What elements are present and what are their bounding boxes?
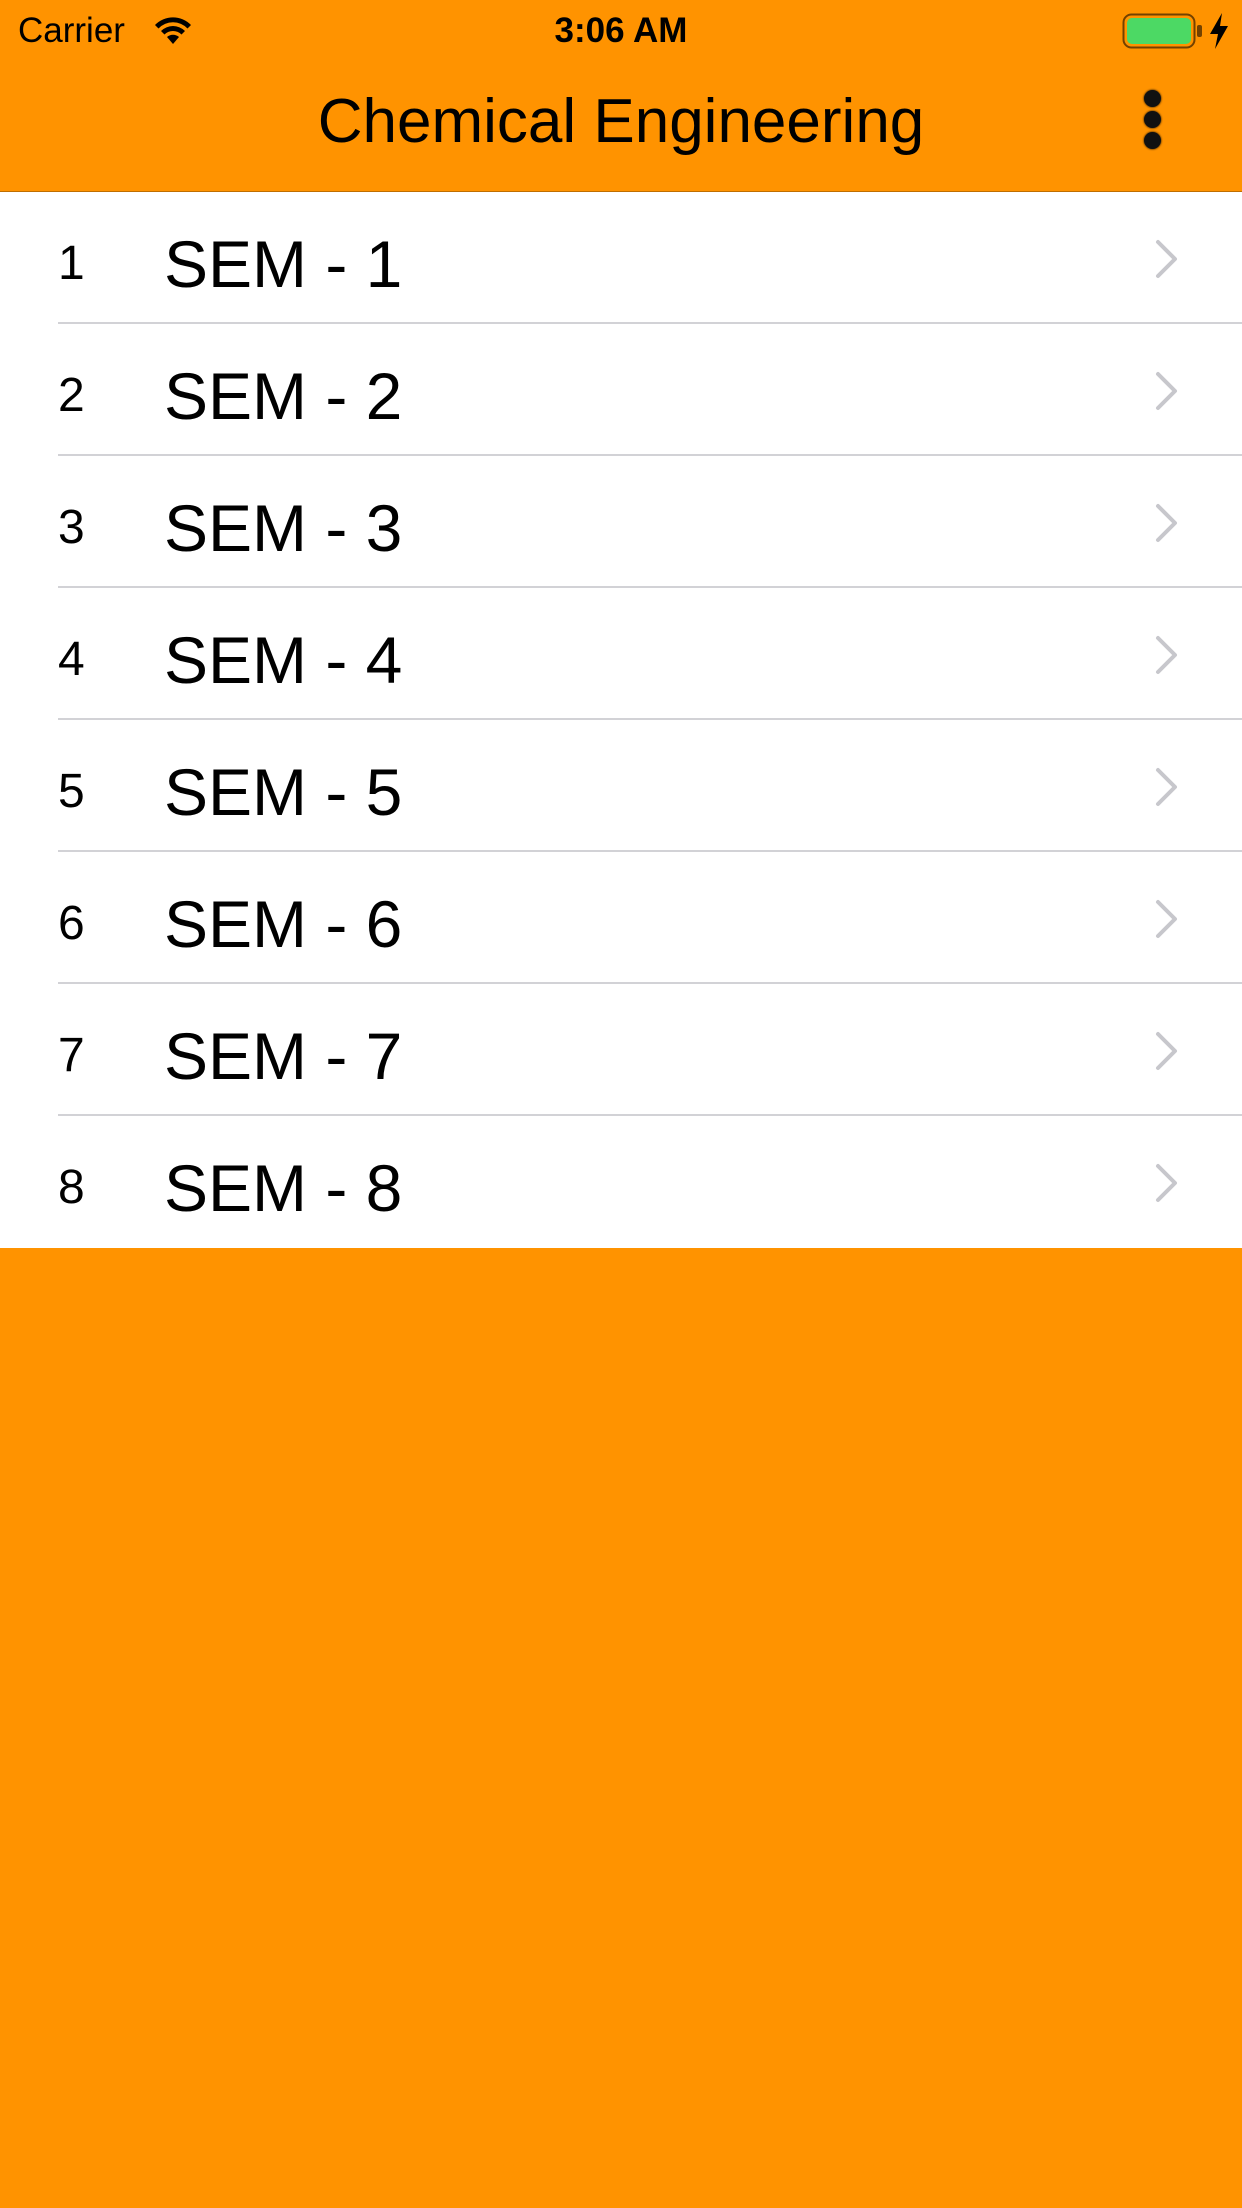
row-title: SEM - 6 <box>164 887 403 961</box>
battery-icon <box>1122 13 1202 49</box>
status-bar: Carrier 3:06 AM <box>0 0 1242 62</box>
chevron-right-icon <box>1156 636 1177 674</box>
more-dot <box>1143 132 1161 149</box>
chevron-right-icon <box>1156 372 1177 410</box>
row-number: 5 <box>58 765 85 818</box>
row-number: 8 <box>58 1161 85 1214</box>
navigation-bar: Chemical Engineering <box>0 62 1242 192</box>
semester-row-1[interactable]: 1 SEM - 1 <box>0 192 1242 324</box>
semester-row-3[interactable]: 3 SEM - 3 <box>0 456 1242 588</box>
row-title: SEM - 1 <box>164 227 403 301</box>
row-title: SEM - 7 <box>164 1019 403 1093</box>
row-title: SEM - 5 <box>164 755 403 829</box>
row-title: SEM - 3 <box>164 491 403 565</box>
row-number: 6 <box>58 897 85 950</box>
status-time: 3:06 AM <box>554 11 688 50</box>
semester-row-2[interactable]: 2 SEM - 2 <box>0 324 1242 456</box>
chevron-right-icon <box>1156 1164 1177 1202</box>
row-title: SEM - 8 <box>164 1151 403 1225</box>
row-number: 3 <box>58 501 85 554</box>
chevron-right-icon <box>1156 504 1177 542</box>
app-screen: Carrier 3:06 AM Chemical Engineering 1 S… <box>0 0 1242 2208</box>
chevron-right-icon <box>1156 1032 1177 1070</box>
row-number: 1 <box>58 237 85 290</box>
more-dot <box>1143 111 1161 128</box>
semester-row-7[interactable]: 7 SEM - 7 <box>0 984 1242 1116</box>
more-vertical-icon <box>1143 90 1161 107</box>
chevron-right-icon <box>1156 900 1177 938</box>
more-options-button[interactable] <box>1130 90 1174 158</box>
row-number: 7 <box>58 1029 85 1082</box>
row-title: SEM - 4 <box>164 623 403 697</box>
semester-row-5[interactable]: 5 SEM - 5 <box>0 720 1242 852</box>
chevron-right-icon <box>1156 768 1177 806</box>
row-number: 4 <box>58 633 85 686</box>
semester-row-4[interactable]: 4 SEM - 4 <box>0 588 1242 720</box>
semester-list: 1 SEM - 1 2 SEM - 2 3 SEM - 3 4 SEM - 4 … <box>0 192 1242 1248</box>
semester-row-6[interactable]: 6 SEM - 6 <box>0 852 1242 984</box>
charging-bolt-icon <box>1210 13 1228 49</box>
page-title: Chemical Engineering <box>317 87 925 156</box>
row-number: 2 <box>58 369 85 422</box>
row-title: SEM - 2 <box>164 359 403 433</box>
semester-row-8[interactable]: 8 SEM - 8 <box>0 1116 1242 1248</box>
chevron-right-icon <box>1156 240 1177 278</box>
